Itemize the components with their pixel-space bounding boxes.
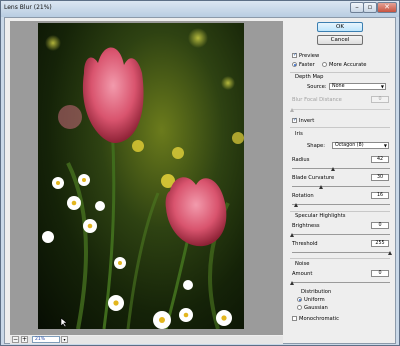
more-accurate-radio[interactable] — [322, 62, 327, 67]
separator — [290, 211, 390, 212]
zoom-in-button[interactable]: + — [21, 336, 28, 343]
flower-photo — [42, 28, 244, 329]
invert-label: Invert — [299, 118, 315, 124]
minimize-button[interactable]: – — [350, 2, 364, 13]
preview-image — [38, 23, 244, 329]
zoom-out-button[interactable]: − — [12, 336, 19, 343]
distribution-heading: Distribution — [301, 289, 332, 295]
blur-focal-distance-label: Blur Focal Distance — [292, 97, 342, 103]
uniform-radio[interactable] — [297, 297, 302, 302]
blade-curvature-thumb[interactable] — [319, 185, 324, 189]
preview-label: Preview — [299, 53, 320, 59]
zoom-bar: − + 21% ▾ — [10, 336, 283, 344]
shape-label: Shape: — [307, 143, 325, 149]
shape-select[interactable]: Octagon (8) ▼ — [332, 142, 389, 149]
separator — [290, 258, 390, 259]
noise-heading: Noise — [295, 261, 310, 267]
gaussian-label: Gaussian — [304, 305, 328, 311]
rotation-label: Rotation — [292, 193, 314, 199]
cursor-arrow-icon — [60, 317, 68, 327]
blur-focal-distance-slider[interactable] — [292, 109, 390, 110]
amount-slider[interactable] — [292, 282, 390, 283]
window-title: Lens Blur (21%) — [4, 4, 52, 11]
shape-value: Octagon (8) — [335, 143, 364, 148]
amount-input[interactable]: 0 — [371, 270, 389, 277]
rotation-slider[interactable] — [292, 204, 390, 205]
depth-map-heading: Depth Map — [295, 74, 324, 80]
threshold-thumb[interactable] — [388, 251, 392, 255]
source-label: Source: — [307, 84, 327, 90]
radius-thumb[interactable] — [331, 167, 336, 171]
radius-slider[interactable] — [292, 168, 390, 169]
source-select[interactable]: None ▼ — [329, 83, 386, 90]
dialog-body: − + 21% ▾ OK Cancel ✓ Preview Faster Mor… — [4, 17, 396, 344]
title-bar[interactable]: Lens Blur (21%) – ▫ ✕ — [1, 1, 399, 17]
preview-checkbox[interactable]: ✓ — [292, 53, 297, 58]
threshold-input[interactable]: 255 — [371, 240, 389, 247]
ok-button[interactable]: OK — [317, 22, 363, 32]
chevron-down-icon: ▼ — [380, 84, 384, 89]
cancel-button[interactable]: Cancel — [317, 35, 363, 45]
source-value: None — [332, 84, 345, 89]
gaussian-radio[interactable] — [297, 305, 302, 310]
options-panel: OK Cancel ✓ Preview Faster More Accurate… — [287, 20, 395, 342]
close-button[interactable]: ✕ — [377, 2, 397, 13]
blade-curvature-slider[interactable] — [292, 186, 390, 187]
amount-label: Amount — [292, 271, 313, 277]
brightness-label: Brightness — [292, 223, 320, 229]
chevron-down-icon: ▼ — [383, 143, 387, 148]
blur-focal-distance-thumb[interactable] — [290, 108, 294, 112]
faster-label: Faster — [299, 62, 315, 68]
rotation-thumb[interactable] — [294, 203, 299, 207]
brightness-thumb[interactable] — [290, 233, 294, 237]
brightness-input[interactable]: 0 — [371, 222, 389, 229]
blade-curvature-label: Blade Curvature — [292, 175, 335, 181]
radius-label: Radius — [292, 157, 310, 163]
threshold-label: Threshold — [292, 241, 318, 247]
iris-heading: Iris — [295, 131, 303, 137]
rotation-input[interactable]: 16 — [371, 192, 389, 199]
brightness-slider[interactable] — [292, 234, 390, 235]
invert-checkbox[interactable]: ✓ — [292, 118, 297, 123]
zoom-menu-chevron-icon[interactable]: ▾ — [61, 336, 68, 343]
faster-radio[interactable] — [292, 62, 297, 67]
zoom-level[interactable]: 21% — [32, 336, 60, 343]
monochromatic-label: Monochromatic — [299, 316, 340, 322]
separator — [290, 127, 390, 128]
monochromatic-checkbox[interactable] — [292, 316, 297, 321]
specular-highlights-heading: Specular Highlights — [295, 213, 346, 219]
preview-canvas[interactable] — [10, 21, 283, 335]
maximize-button[interactable]: ▫ — [363, 2, 377, 13]
uniform-label: Uniform — [304, 297, 325, 303]
lens-blur-dialog: Lens Blur (21%) – ▫ ✕ − + 21% ▾ OK Cance… — [0, 0, 400, 346]
amount-thumb[interactable] — [290, 281, 294, 285]
blur-focal-distance-input[interactable]: 0 — [371, 96, 389, 103]
blade-curvature-input[interactable]: 30 — [371, 174, 389, 181]
radius-input[interactable]: 42 — [371, 156, 389, 163]
threshold-slider[interactable] — [292, 252, 390, 253]
separator — [290, 72, 390, 73]
more-accurate-label: More Accurate — [329, 62, 367, 68]
